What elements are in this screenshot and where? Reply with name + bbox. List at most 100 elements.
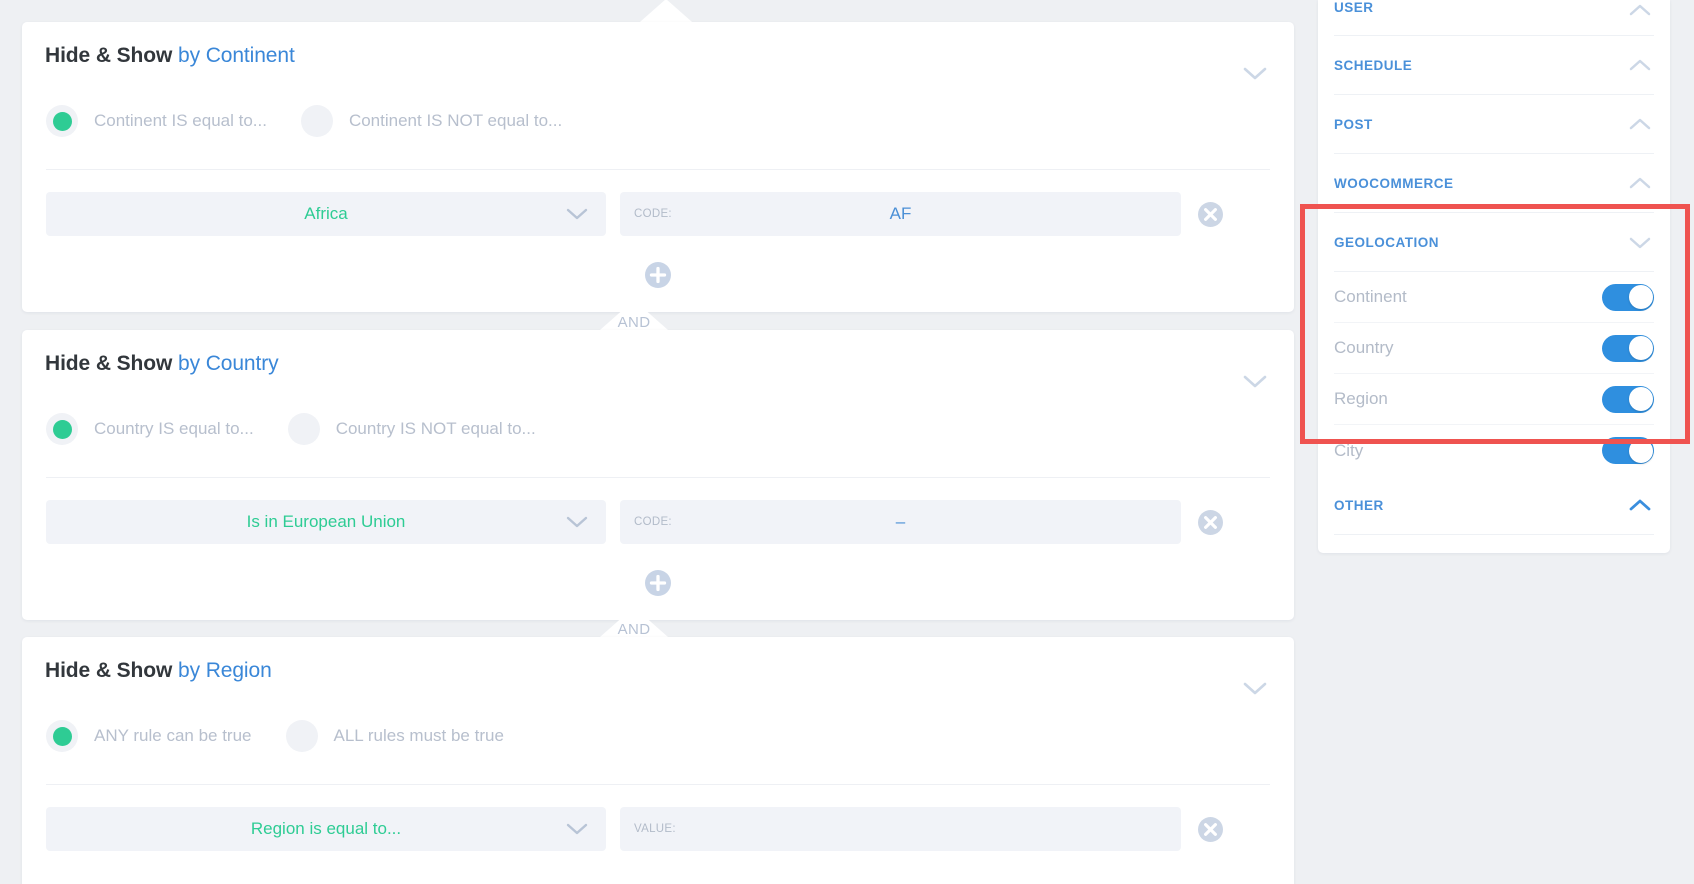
chevron-down-icon[interactable] <box>1240 64 1270 82</box>
radio-label: Continent IS NOT equal to... <box>348 111 563 130</box>
value-field[interactable]: VALUE: <box>620 807 1181 851</box>
radio-option-all-rules[interactable]: ALL rules must be true <box>285 720 504 752</box>
sidebar-item-label: Continent <box>1334 287 1407 306</box>
chevron-up-icon[interactable] <box>1626 57 1654 74</box>
select-value: Is in European Union <box>246 512 406 531</box>
radio-icon[interactable] <box>300 105 333 137</box>
rule-card-country: Hide & Show by Country Country IS equal … <box>22 330 1294 620</box>
select-value: Region is equal to... <box>250 819 402 838</box>
radio-icon[interactable] <box>285 720 318 752</box>
card-title-static: Hide & Show <box>45 659 178 682</box>
chevron-down-icon[interactable] <box>564 820 590 837</box>
sidebar-section-label: WOOCOMMERCE <box>1334 175 1454 191</box>
sidebar-section-post[interactable]: POST <box>1334 95 1654 154</box>
divider <box>46 169 1270 170</box>
rule-card-continent: Hide & Show by Continent Continent IS eq… <box>22 22 1294 312</box>
code-field[interactable]: CODE: – <box>620 500 1181 544</box>
radio-group-row: Country IS equal to... Country IS NOT eq… <box>46 412 570 446</box>
code-field-label: CODE: <box>634 516 672 528</box>
radio-option-is-equal[interactable]: Country IS equal to... <box>46 413 254 445</box>
chevron-up-icon[interactable] <box>1626 175 1654 192</box>
radio-icon[interactable] <box>46 105 78 137</box>
sidebar-section-label: SCHEDULE <box>1334 57 1413 73</box>
code-field-label: CODE: <box>634 208 672 220</box>
sidebar-section-user[interactable]: USER <box>1334 0 1654 36</box>
card-title: Hide & Show by Continent <box>45 44 295 68</box>
radio-label: Continent IS equal to... <box>94 111 267 130</box>
sidebar-item-country[interactable]: Country <box>1334 323 1654 374</box>
sidebar-item-continent[interactable]: Continent <box>1334 272 1654 323</box>
radio-option-is-not-equal[interactable]: Continent IS NOT equal to... <box>300 105 563 137</box>
chevron-up-icon[interactable] <box>1626 2 1654 19</box>
country-select[interactable]: Is in European Union <box>46 500 606 544</box>
close-circle-icon[interactable] <box>1197 509 1224 536</box>
toggle-region[interactable] <box>1602 385 1654 413</box>
radio-icon[interactable] <box>46 413 78 445</box>
toggle-knob <box>1628 336 1653 360</box>
sidebar-item-label: City <box>1334 440 1364 460</box>
radio-label: ALL rules must be true <box>333 726 504 745</box>
sidebar-item-label: Region <box>1334 389 1388 408</box>
conditions-sidebar: USER SCHEDULE POST WOOCOMMERCE GEOLOCATI <box>1318 0 1670 553</box>
toggle-country[interactable] <box>1602 334 1654 362</box>
radio-label: Country IS NOT equal to... <box>335 419 536 438</box>
sidebar-item-label: Country <box>1334 338 1394 357</box>
value-field-label: VALUE: <box>634 823 676 835</box>
card-title-accent: by Country <box>177 352 279 375</box>
rule-row: Is in European Union CODE: – <box>46 500 1270 544</box>
radio-group-row: ANY rule can be true ALL rules must be t… <box>46 719 538 753</box>
card-title-static: Hide & Show <box>45 352 178 375</box>
rules-column: Hide & Show by Continent Continent IS eq… <box>0 0 1300 884</box>
app-root: Hide & Show by Continent Continent IS eq… <box>0 0 1694 884</box>
code-field-value: – <box>895 512 906 531</box>
rule-row: Africa CODE: AF <box>46 192 1270 236</box>
divider <box>46 784 1270 785</box>
and-label: AND <box>617 621 651 638</box>
rule-card-region: Hide & Show by Region ANY rule can be tr… <box>22 637 1294 884</box>
sidebar-item-city[interactable]: City <box>1334 425 1654 476</box>
chevron-up-icon[interactable] <box>1626 497 1654 514</box>
chevron-down-icon[interactable] <box>1240 372 1270 390</box>
sidebar-section-label: POST <box>1334 116 1373 132</box>
plus-circle-icon[interactable] <box>644 261 672 289</box>
select-value: Africa <box>304 204 348 223</box>
toggle-knob <box>1628 285 1653 309</box>
chevron-down-icon[interactable] <box>564 513 590 530</box>
toggle-knob <box>1628 387 1653 411</box>
radio-icon[interactable] <box>287 413 320 445</box>
continent-select[interactable]: Africa <box>46 192 606 236</box>
region-select[interactable]: Region is equal to... <box>46 807 606 851</box>
radio-option-is-not-equal[interactable]: Country IS NOT equal to... <box>287 413 536 445</box>
card-title: Hide & Show by Region <box>45 659 272 683</box>
sidebar-section-woocommerce[interactable]: WOOCOMMERCE <box>1334 154 1654 213</box>
radio-label: ANY rule can be true <box>94 726 252 745</box>
chevron-down-icon[interactable] <box>564 205 590 222</box>
sidebar-section-other[interactable]: OTHER <box>1334 476 1654 535</box>
close-circle-icon[interactable] <box>1197 201 1224 228</box>
radio-option-any-rule[interactable]: ANY rule can be true <box>46 720 252 752</box>
and-label: AND <box>617 314 651 331</box>
code-field[interactable]: CODE: AF <box>620 192 1181 236</box>
card-title-accent: by Continent <box>177 44 295 67</box>
chevron-up-icon[interactable] <box>1626 116 1654 133</box>
sidebar-section-schedule[interactable]: SCHEDULE <box>1334 36 1654 95</box>
sidebar-item-region[interactable]: Region <box>1334 374 1654 425</box>
chevron-down-icon[interactable] <box>1240 679 1270 697</box>
sidebar-section-geolocation[interactable]: GEOLOCATION <box>1334 213 1654 272</box>
toggle-knob <box>1628 438 1653 463</box>
close-circle-icon[interactable] <box>1197 816 1224 843</box>
plus-circle-icon[interactable] <box>644 569 672 597</box>
card-title: Hide & Show by Country <box>45 352 279 376</box>
code-field-value: AF <box>889 204 912 223</box>
toggle-city[interactable] <box>1602 437 1654 464</box>
sidebar-section-label: USER <box>1334 0 1374 15</box>
sidebar-section-label: OTHER <box>1334 497 1384 513</box>
radio-group-row: Continent IS equal to... Continent IS NO… <box>46 104 596 138</box>
toggle-continent[interactable] <box>1602 283 1654 311</box>
card-title-accent: by Region <box>177 659 272 682</box>
rule-row: Region is equal to... VALUE: <box>46 807 1270 851</box>
radio-icon[interactable] <box>46 720 78 752</box>
radio-option-is-equal[interactable]: Continent IS equal to... <box>46 105 267 137</box>
chevron-down-icon[interactable] <box>1626 234 1654 251</box>
sidebar-section-label: GEOLOCATION <box>1334 234 1439 250</box>
